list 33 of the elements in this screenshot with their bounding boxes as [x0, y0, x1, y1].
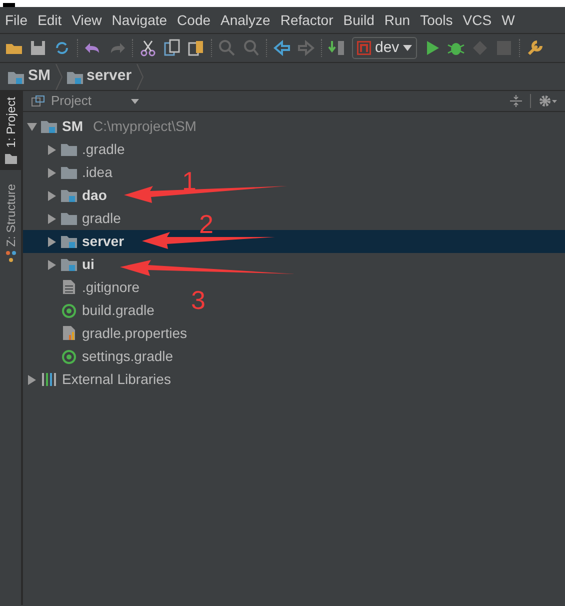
- tree-row[interactable]: server: [47, 230, 126, 253]
- tree-row[interactable]: build.gradle: [47, 299, 156, 322]
- tree-row[interactable]: ui: [47, 253, 96, 276]
- tree-row[interactable]: External Libraries: [27, 368, 173, 391]
- menu-item[interactable]: View: [66, 10, 107, 30]
- tree-row[interactable]: SM C:\myproject\SM: [27, 115, 198, 138]
- run-config-dropdown[interactable]: dev: [352, 37, 418, 59]
- menu-item[interactable]: Edit: [32, 10, 67, 30]
- menu-item[interactable]: Navigate: [106, 10, 172, 30]
- tree-row[interactable]: .idea: [47, 161, 114, 184]
- menu-item[interactable]: Tools: [415, 10, 458, 30]
- tree-row[interactable]: settings.gradle: [47, 345, 176, 368]
- breadcrumb[interactable]: SM: [8, 65, 50, 88]
- menu-item[interactable]: W: [496, 10, 520, 30]
- tree-row[interactable]: .gitignore: [47, 276, 142, 299]
- tree-row[interactable]: .gradle: [47, 138, 127, 161]
- project-view-selector[interactable]: Project: [51, 91, 92, 111]
- tree-row[interactable]: gradle: [47, 207, 123, 230]
- menu-item[interactable]: Run: [379, 10, 416, 30]
- tree-row[interactable]: gradle.properties: [47, 322, 190, 345]
- menu-item[interactable]: Refactor: [275, 10, 338, 30]
- annotation-number: 3: [191, 285, 206, 315]
- menu-item[interactable]: Analyze: [216, 10, 276, 30]
- menu-item[interactable]: Code: [172, 10, 216, 30]
- tree-row[interactable]: dao: [47, 184, 109, 207]
- menu-item[interactable]: Build: [338, 10, 380, 30]
- menu-item[interactable]: File: [0, 10, 33, 30]
- menu-item[interactable]: VCS: [458, 10, 497, 30]
- tool-window-tab[interactable]: Z: Structure: [0, 178, 21, 268]
- annotation-number: 2: [199, 209, 214, 239]
- breadcrumb[interactable]: server: [66, 65, 132, 88]
- tool-window-tab[interactable]: 1: Project: [0, 91, 21, 170]
- annotation-number: 1: [182, 166, 196, 196]
